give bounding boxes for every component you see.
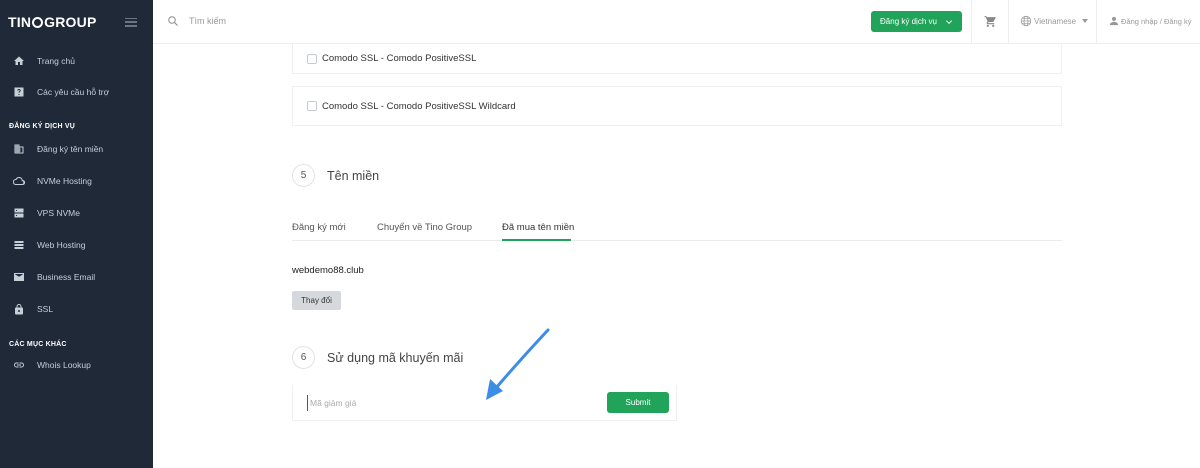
logo-ring-icon xyxy=(32,16,44,28)
link-icon xyxy=(13,359,25,371)
sidebar-item-whois[interactable]: Whois Lookup xyxy=(0,351,153,379)
change-domain-button[interactable]: Thay đổi xyxy=(292,291,341,310)
search-icon[interactable] xyxy=(167,15,179,27)
sidebar-item-label: Trang chủ xyxy=(37,56,75,66)
login-register-label: Đăng nhập / Đăng ký xyxy=(1121,16,1192,26)
search-input[interactable] xyxy=(189,12,489,30)
sidebar: TIN GROUP Trang chủ Các yêu cầu hỗ trợ ĐĂ… xyxy=(0,0,153,468)
tab-register-new[interactable]: Đăng ký mới xyxy=(292,222,346,233)
language-label: Vietnamese xyxy=(1034,16,1077,26)
step-number: 5 xyxy=(292,164,315,187)
top-header: Đăng ký dịch vụ Vietnamese Đăng nhập / Đ… xyxy=(153,0,1200,44)
cloud-icon xyxy=(13,175,25,187)
tab-owned-domain[interactable]: Đã mua tên miền xyxy=(502,222,574,233)
domain-icon xyxy=(13,143,25,155)
globe-icon xyxy=(1020,15,1032,27)
chevron-down-icon xyxy=(945,19,952,24)
sidebar-section-other: CÁC MỤC KHÁC xyxy=(9,340,67,348)
sidebar-section-services: ĐĂNG KÝ DỊCH VỤ xyxy=(9,122,76,130)
tab-transfer[interactable]: Chuyển về Tino Group xyxy=(377,222,472,233)
user-icon xyxy=(1109,16,1119,26)
domain-tabs: Đăng ký mới Chuyển về Tino Group Đã mua … xyxy=(292,216,1062,241)
step-domain-heading: 5 Tên miền xyxy=(292,164,379,187)
sidebar-item-label: SSL xyxy=(37,304,54,314)
mail-icon xyxy=(13,271,25,283)
ssl-option-checkbox[interactable] xyxy=(307,101,317,111)
login-register-link[interactable]: Đăng nhập / Đăng ký xyxy=(1109,14,1191,28)
brand-logo[interactable]: TIN GROUP xyxy=(8,14,97,30)
sidebar-item-home[interactable]: Trang chủ xyxy=(0,46,153,76)
lock-icon xyxy=(13,303,25,315)
register-service-button[interactable]: Đăng ký dịch vụ xyxy=(871,11,962,32)
promo-code-input[interactable] xyxy=(307,395,507,411)
sidebar-item-label: VPS NVMe xyxy=(37,208,80,218)
ssl-option-label: Comodo SSL - Comodo PositiveSSL xyxy=(322,53,477,64)
brand-logo-part1: TIN xyxy=(8,14,32,30)
ssl-option-label: Comodo SSL - Comodo PositiveSSL Wildcard xyxy=(322,100,516,112)
ssl-option[interactable]: Comodo SSL - Comodo PositiveSSL xyxy=(292,44,1062,74)
language-selector[interactable]: Vietnamese xyxy=(1020,14,1089,28)
step-title: Sử dụng mã khuyến mãi xyxy=(327,350,464,365)
selected-domain: webdemo88.club xyxy=(292,265,364,276)
active-tab-indicator xyxy=(502,239,571,241)
register-service-label: Đăng ký dịch vụ xyxy=(880,17,937,26)
menu-toggle-icon[interactable] xyxy=(125,17,137,27)
sidebar-item-domain-register[interactable]: Đăng ký tên miền xyxy=(0,133,153,165)
ssl-option-checkbox[interactable] xyxy=(307,53,317,64)
sidebar-item-ssl[interactable]: SSL xyxy=(0,293,153,325)
sidebar-item-label: Whois Lookup xyxy=(37,360,91,370)
sidebar-item-nvme-hosting[interactable]: NVMe Hosting xyxy=(0,165,153,197)
sidebar-item-label: NVMe Hosting xyxy=(37,176,92,186)
step-promo-heading: 6 Sử dụng mã khuyến mãi xyxy=(292,346,463,369)
sidebar-header: TIN GROUP xyxy=(0,0,153,44)
sidebar-item-web-hosting[interactable]: Web Hosting xyxy=(0,229,153,261)
promo-code-form: Submit xyxy=(292,385,677,421)
header-divider xyxy=(1096,0,1097,44)
step-number: 6 xyxy=(292,346,315,369)
sidebar-item-label: Web Hosting xyxy=(37,240,86,250)
step-title: Tên miền xyxy=(327,168,380,183)
sidebar-item-label: Business Email xyxy=(37,272,96,282)
header-divider xyxy=(971,0,972,44)
promo-submit-button[interactable]: Submit xyxy=(607,392,669,413)
sidebar-item-support[interactable]: Các yêu cầu hỗ trợ xyxy=(0,76,153,108)
caret-down-icon xyxy=(1082,19,1089,23)
brand-logo-part2: GROUP xyxy=(44,14,97,30)
header-divider xyxy=(1008,0,1009,44)
sidebar-item-label: Đăng ký tên miền xyxy=(37,144,104,154)
sidebar-item-business-email[interactable]: Business Email xyxy=(0,261,153,293)
sidebar-item-label: Các yêu cầu hỗ trợ xyxy=(37,87,110,97)
help-icon xyxy=(13,86,25,98)
cart-icon[interactable] xyxy=(984,15,997,28)
list-icon xyxy=(13,239,25,251)
server-icon xyxy=(13,207,25,219)
ssl-option[interactable]: Comodo SSL - Comodo PositiveSSL Wildcard xyxy=(292,86,1062,126)
sidebar-item-vps-nvme[interactable]: VPS NVMe xyxy=(0,197,153,229)
home-icon xyxy=(13,55,25,67)
